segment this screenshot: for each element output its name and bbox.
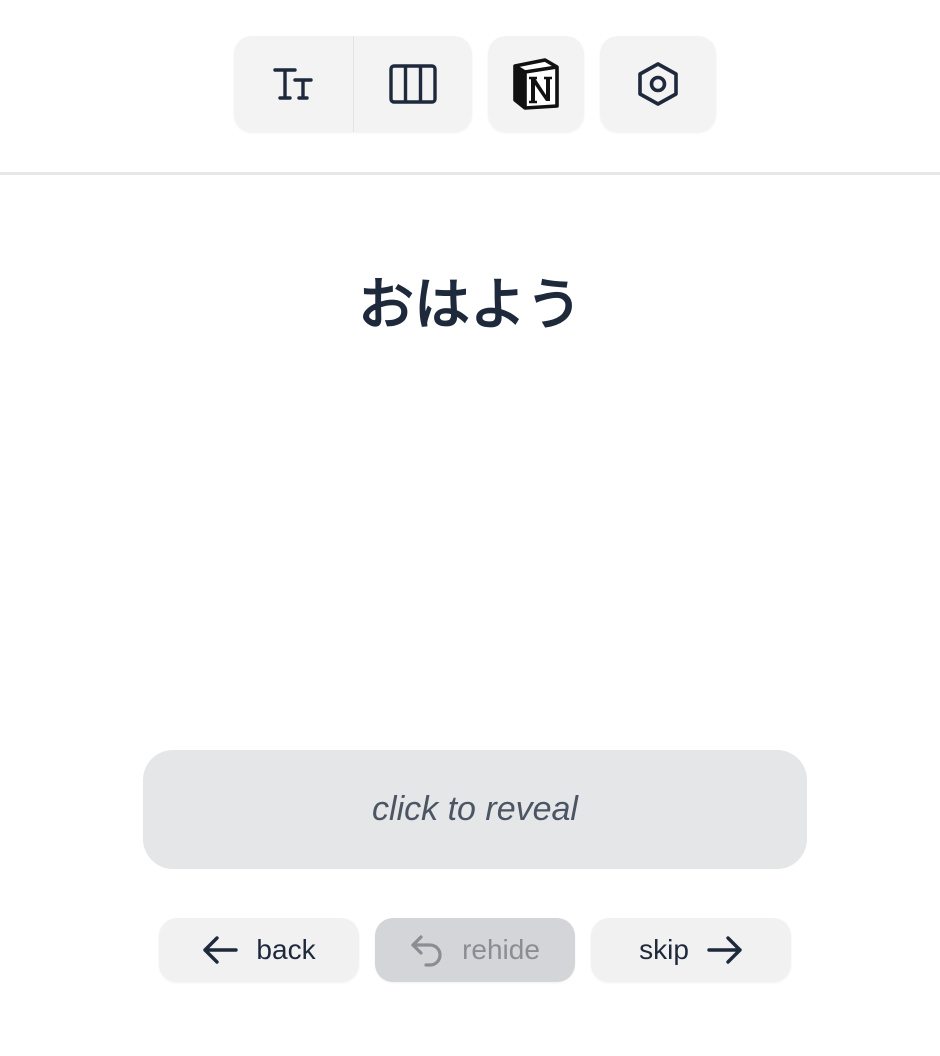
view-options-group: [234, 36, 472, 132]
notion-button[interactable]: [488, 36, 584, 132]
undo-icon: [411, 935, 442, 967]
skip-button[interactable]: skip: [591, 918, 791, 982]
back-label: back: [256, 934, 316, 965]
skip-label: skip: [639, 934, 689, 965]
columns-button[interactable]: [353, 36, 472, 132]
toolbar-divider: [0, 172, 940, 175]
text-size-button[interactable]: [234, 36, 353, 132]
rehide-button[interactable]: rehide: [375, 918, 575, 982]
reveal-button[interactable]: click to reveal: [143, 750, 807, 869]
flashcard-word: おはよう: [358, 273, 582, 338]
notion-logo-icon: [513, 58, 559, 110]
toolbar: [0, 0, 940, 173]
columns-icon: [389, 64, 437, 104]
back-button[interactable]: back: [159, 918, 359, 982]
rehide-label: rehide: [462, 934, 540, 965]
arrow-right-icon: [707, 936, 742, 964]
text-size-icon: [272, 68, 313, 100]
settings-hexagon-icon: [638, 62, 678, 106]
arrow-left-icon: [203, 936, 239, 964]
settings-button[interactable]: [600, 36, 716, 132]
